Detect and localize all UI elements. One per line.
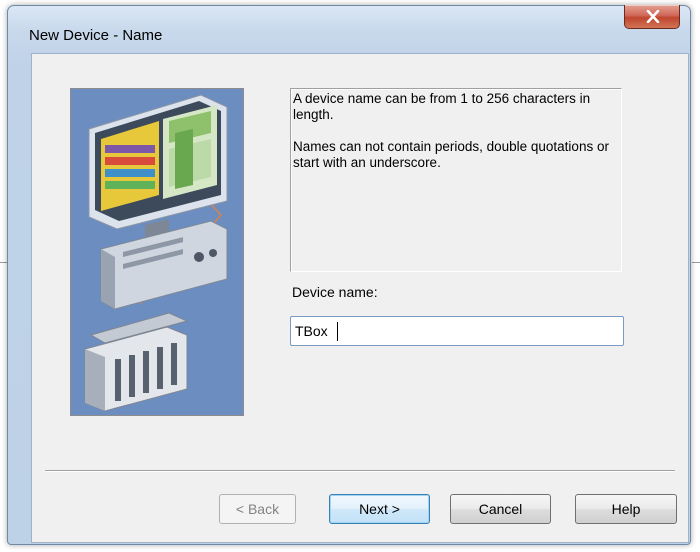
info-panel: A device name can be from 1 to 256 chara… (290, 88, 622, 272)
back-button[interactable]: < Back (219, 494, 296, 524)
close-button[interactable] (624, 5, 680, 29)
device-name-label: Device name: (292, 284, 378, 300)
help-button[interactable]: Help (575, 494, 677, 524)
dialog-client-area: A device name can be from 1 to 256 chara… (31, 53, 689, 543)
text-caret (337, 322, 338, 341)
computer-and-plc-illustration (71, 89, 243, 415)
cancel-button[interactable]: Cancel (450, 494, 551, 524)
button-separator (45, 470, 675, 472)
next-button[interactable]: Next > (329, 494, 430, 524)
close-icon (646, 10, 660, 23)
info-text-restrictions: Names can not contain periods, double qu… (293, 139, 609, 170)
device-illustration (70, 88, 244, 416)
info-text-length: A device name can be from 1 to 256 chara… (293, 91, 591, 122)
background-divider-right (692, 262, 700, 263)
dialog-window: New Device - Name A device name can be f… (7, 5, 691, 545)
device-name-input[interactable] (290, 316, 624, 346)
window-title: New Device - Name (29, 27, 163, 44)
